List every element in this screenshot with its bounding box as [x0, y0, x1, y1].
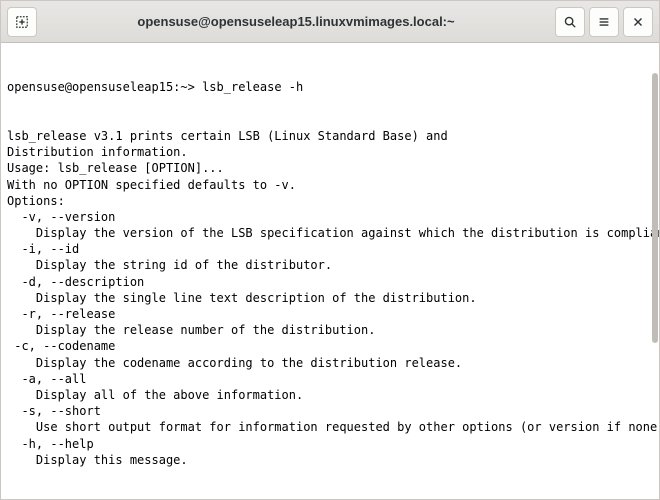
terminal-content[interactable]: opensuse@opensuseleap15:~> lsb_release -… — [1, 43, 659, 499]
output-line: Display the codename according to the di… — [7, 355, 653, 371]
output-line: -h, --help — [7, 436, 653, 452]
terminal-window: opensuse@opensuseleap15.linuxvmimages.lo… — [0, 0, 660, 500]
output-line: Display this message. — [7, 452, 653, 468]
command: lsb_release -h — [202, 80, 303, 94]
output-line: -s, --short — [7, 403, 653, 419]
terminal-output: lsb_release v3.1 prints certain LSB (Lin… — [7, 128, 653, 468]
output-line: Display all of the above information. — [7, 387, 653, 403]
new-tab-button[interactable] — [7, 7, 37, 37]
output-line: -c, --codename — [7, 338, 653, 354]
window-title: opensuse@opensuseleap15.linuxvmimages.lo… — [41, 14, 551, 29]
output-line: Display the string id of the distributor… — [7, 257, 653, 273]
menu-button[interactable] — [589, 7, 619, 37]
output-line: With no OPTION specified defaults to -v. — [7, 177, 653, 193]
search-button[interactable] — [555, 7, 585, 37]
output-line: Usage: lsb_release [OPTION]... — [7, 160, 653, 176]
hamburger-menu-icon — [597, 15, 611, 29]
new-tab-icon — [15, 15, 29, 29]
output-line: Options: — [7, 193, 653, 209]
output-line: -v, --version — [7, 209, 653, 225]
prompt: opensuse@opensuseleap15:~> — [7, 80, 202, 94]
output-line: Use short output format for information … — [7, 419, 653, 435]
close-icon — [631, 15, 645, 29]
scrollbar-thumb[interactable] — [652, 73, 658, 343]
search-icon — [563, 15, 577, 29]
titlebar: opensuse@opensuseleap15.linuxvmimages.lo… — [1, 1, 659, 43]
output-line: lsb_release v3.1 prints certain LSB (Lin… — [7, 128, 653, 144]
output-line: Display the version of the LSB specifica… — [7, 225, 653, 241]
output-line: Distribution information. — [7, 144, 653, 160]
output-line: Display the release number of the distri… — [7, 322, 653, 338]
output-line: -a, --all — [7, 371, 653, 387]
output-line: -r, --release — [7, 306, 653, 322]
output-line: Display the single line text description… — [7, 290, 653, 306]
output-line: -d, --description — [7, 274, 653, 290]
output-line: -i, --id — [7, 241, 653, 257]
close-button[interactable] — [623, 7, 653, 37]
titlebar-right-group — [555, 7, 653, 37]
prompt-line: opensuse@opensuseleap15:~> lsb_release -… — [7, 79, 653, 95]
scrollbar[interactable] — [651, 43, 659, 499]
